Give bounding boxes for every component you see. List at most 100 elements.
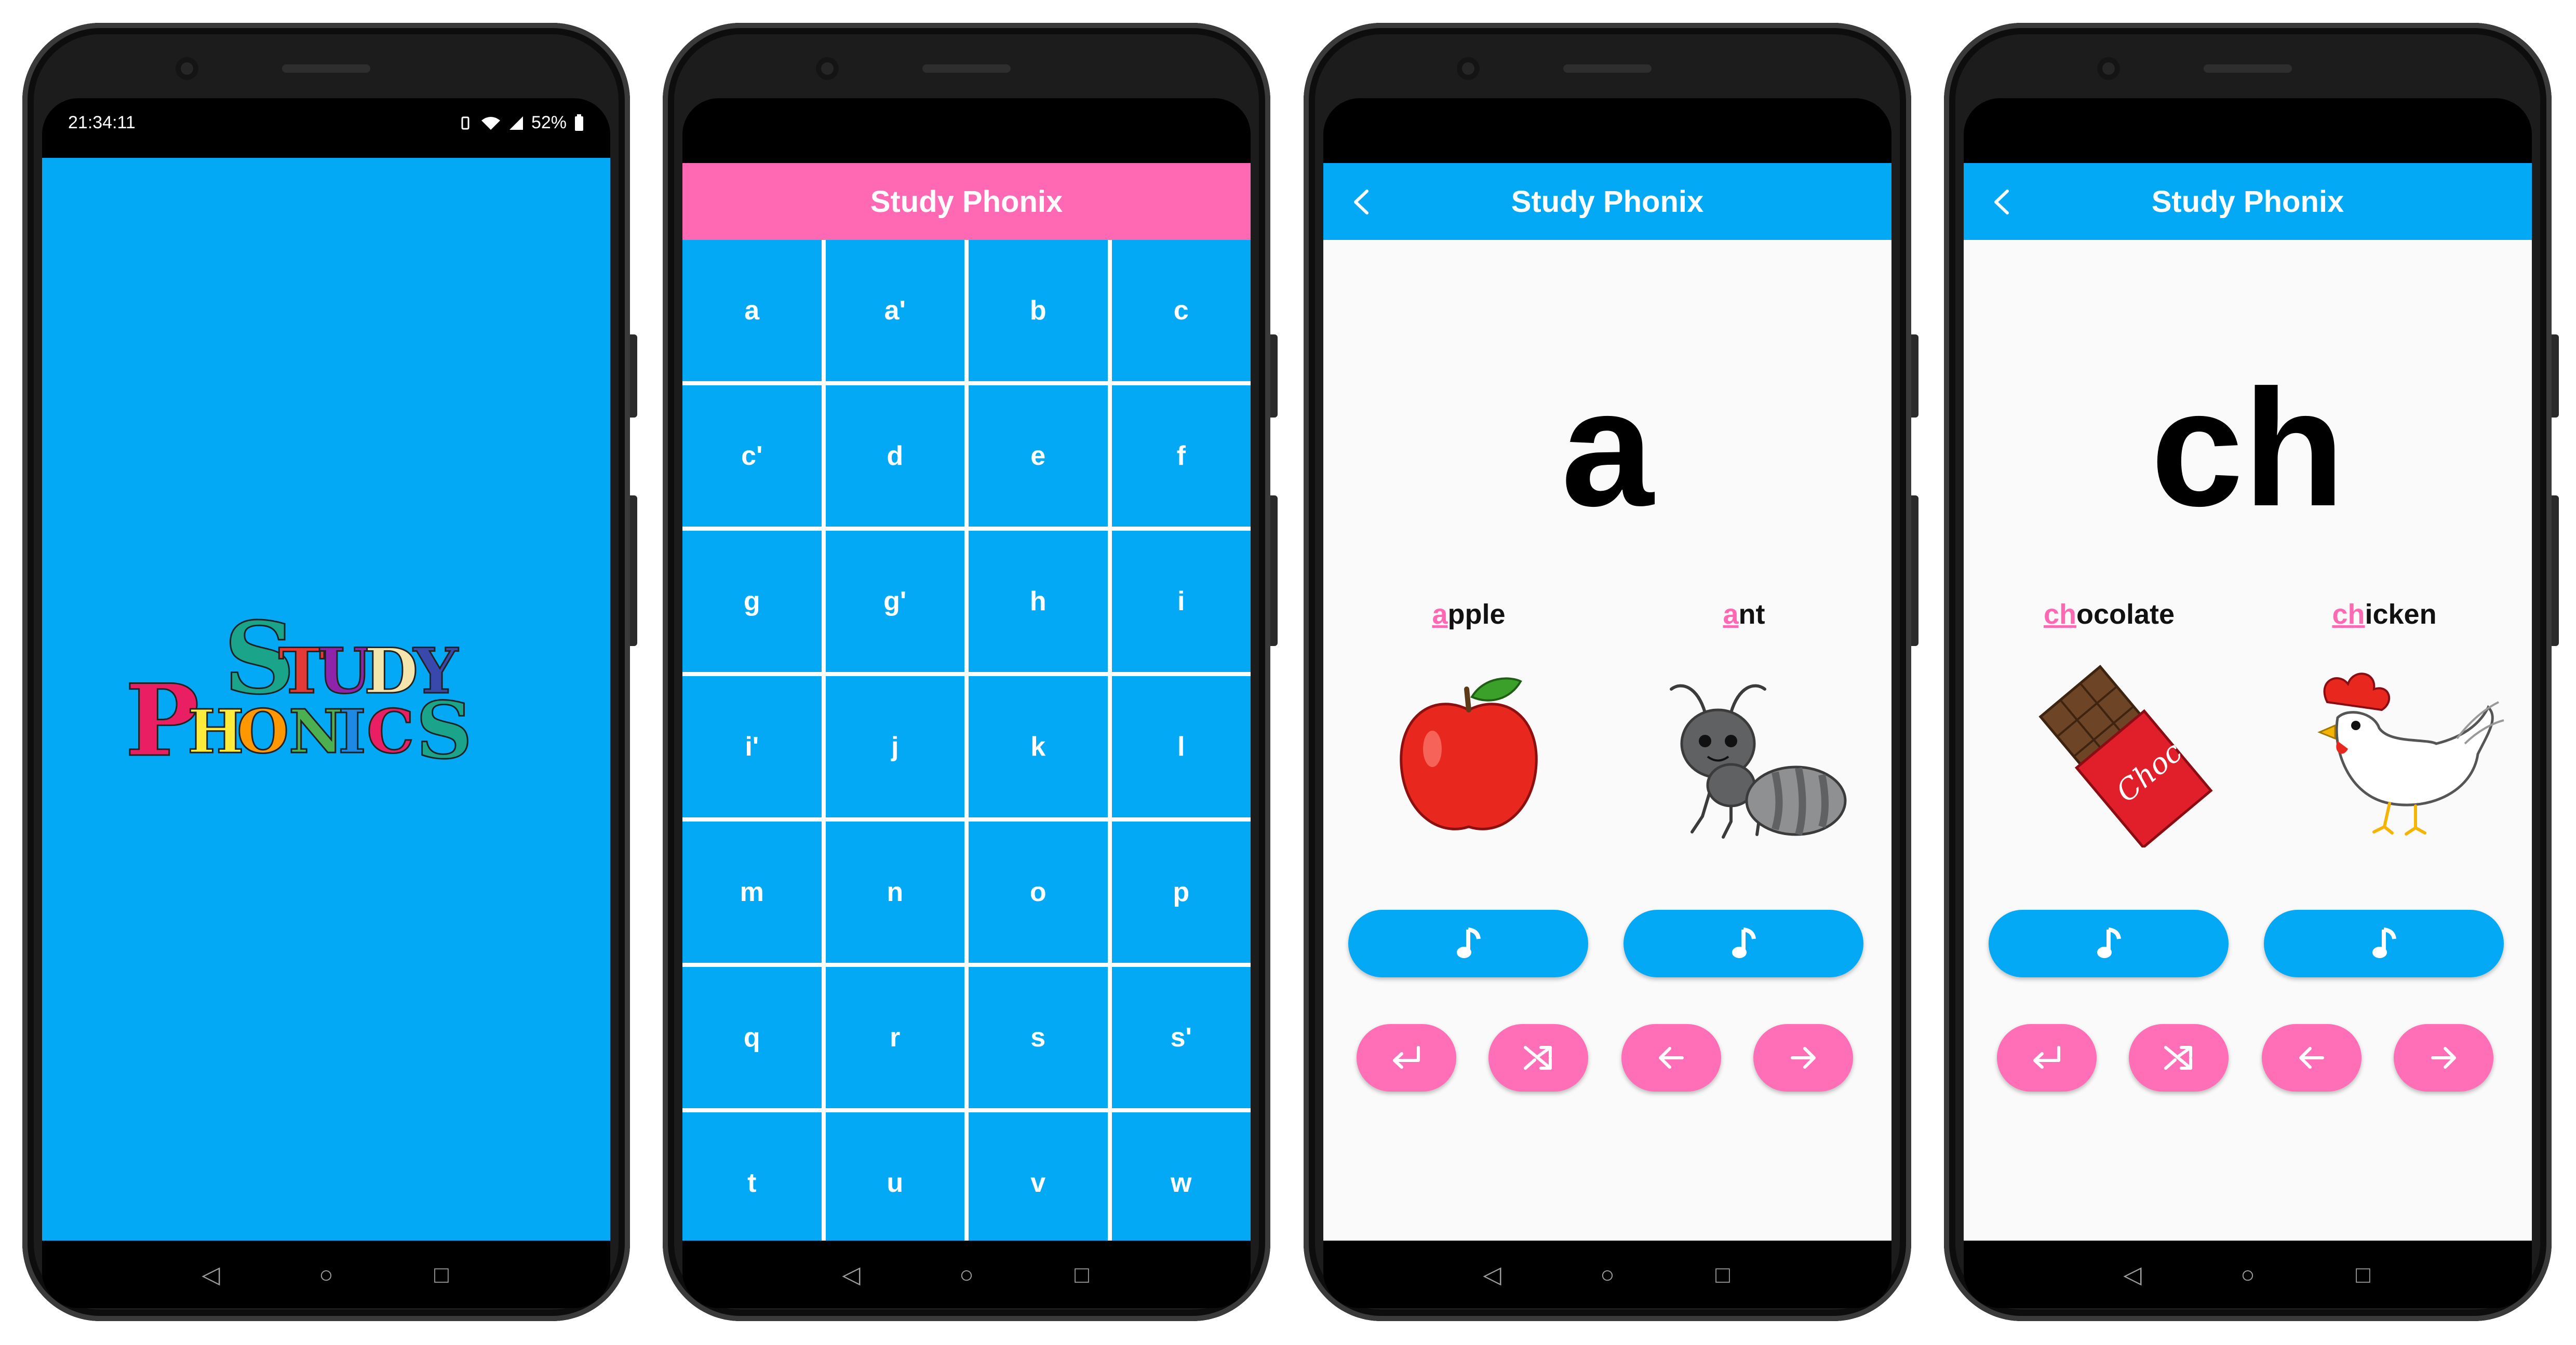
- letter-cell[interactable]: c': [682, 385, 822, 527]
- phone-detail-ch: Study Phonix ch chocolate chicken Choc ◁…: [1944, 23, 2559, 1321]
- previous-button[interactable]: [1621, 1024, 1721, 1092]
- letter-cell[interactable]: e: [969, 385, 1108, 527]
- return-button[interactable]: [1357, 1024, 1456, 1092]
- nav-home-icon[interactable]: ○: [1594, 1261, 1620, 1287]
- letter-cell[interactable]: l: [1111, 676, 1251, 817]
- example-word-right: chicken: [2260, 598, 2509, 630]
- screen: Study Phonix a apple ant ◁ ○ □: [1323, 98, 1891, 1308]
- return-button[interactable]: [1997, 1024, 2097, 1092]
- svg-text:C: C: [367, 697, 414, 765]
- nav-home-icon[interactable]: ○: [313, 1261, 339, 1287]
- volume-button: [630, 334, 637, 418]
- nav-back-icon[interactable]: ◁: [1479, 1261, 1505, 1287]
- letter-cell[interactable]: v: [969, 1112, 1108, 1241]
- letter-cell[interactable]: p: [1111, 822, 1251, 963]
- letter-cell[interactable]: i': [682, 676, 822, 817]
- svg-text:N: N: [289, 697, 343, 765]
- phonics-letter: a: [1561, 355, 1654, 541]
- nav-recent-icon[interactable]: □: [428, 1261, 454, 1287]
- front-camera: [816, 57, 839, 80]
- music-note-icon: [2372, 927, 2396, 958]
- play-sound-button[interactable]: [1348, 910, 1588, 977]
- letter-cell[interactable]: a: [682, 240, 822, 381]
- app-area: Study Phonix a a' b c c' d e f g g' h i …: [682, 163, 1251, 1241]
- app-area: Study Phonix ch chocolate chicken Choc: [1964, 163, 2532, 1241]
- app-title: Study Phonix: [1511, 184, 1704, 219]
- previous-button[interactable]: [2262, 1024, 2362, 1092]
- status-bar: 21:34:11 52%: [42, 98, 610, 145]
- next-button[interactable]: [1753, 1024, 1853, 1092]
- system-nav-bar: ◁ ○ □: [1964, 1241, 2532, 1308]
- music-note-icon: [2097, 927, 2121, 958]
- word-highlight: a: [1723, 599, 1739, 630]
- nav-recent-icon[interactable]: □: [2350, 1261, 2376, 1287]
- letter-cell[interactable]: m: [682, 822, 822, 963]
- power-button: [2552, 495, 2559, 646]
- app-area: Study Phonix a apple ant: [1323, 163, 1891, 1241]
- letter-cell[interactable]: q: [682, 967, 822, 1108]
- letter-cell[interactable]: n: [825, 822, 964, 963]
- chocolate-image: Choc: [2038, 665, 2213, 848]
- back-arrow-icon[interactable]: [1984, 184, 2021, 220]
- nav-back-icon[interactable]: ◁: [2119, 1261, 2145, 1287]
- screen: 21:34:11 52% S T U D Y P H O N I C S ◁ ○…: [42, 98, 610, 1308]
- word-rest: pple: [1447, 599, 1506, 630]
- letter-cell[interactable]: s': [1111, 967, 1251, 1108]
- front-camera: [1457, 57, 1480, 80]
- battery-percent: 52%: [531, 113, 567, 132]
- letter-cell[interactable]: t: [682, 1112, 822, 1241]
- letter-cell[interactable]: i: [1111, 531, 1251, 672]
- phonics-detail: a apple ant: [1323, 240, 1891, 1241]
- next-button[interactable]: [2394, 1024, 2493, 1092]
- return-icon: [2033, 1046, 2060, 1069]
- nav-recent-icon[interactable]: □: [1710, 1261, 1736, 1287]
- letter-grid: a a' b c c' d e f g g' h i i' j k l m n …: [682, 240, 1251, 1241]
- shuffle-button[interactable]: [1488, 1024, 1588, 1092]
- letter-cell[interactable]: k: [969, 676, 1108, 817]
- ant-image: [1670, 684, 1847, 839]
- return-icon: [1393, 1046, 1420, 1069]
- battery-icon: [575, 114, 583, 131]
- word-highlight: ch: [2043, 599, 2076, 630]
- music-note-icon: [1732, 927, 1756, 958]
- signal-icon: [509, 116, 523, 130]
- letter-cell[interactable]: g': [825, 531, 964, 672]
- word-rest: ocolate: [2076, 599, 2175, 630]
- letter-cell[interactable]: u: [825, 1112, 964, 1241]
- play-sound-button[interactable]: [1624, 910, 1863, 977]
- svg-text:I: I: [338, 697, 366, 765]
- power-button: [1270, 495, 1278, 646]
- splash-screen: S T U D Y P H O N I C S: [42, 158, 610, 1241]
- letter-cell[interactable]: f: [1111, 385, 1251, 527]
- svg-text:S: S: [416, 685, 472, 765]
- letter-cell[interactable]: a': [825, 240, 964, 381]
- letter-cell[interactable]: s: [969, 967, 1108, 1108]
- letter-cell[interactable]: b: [969, 240, 1108, 381]
- nav-back-icon[interactable]: ◁: [838, 1261, 864, 1287]
- screen: Study Phonix a a' b c c' d e f g g' h i …: [682, 98, 1251, 1308]
- back-arrow-icon[interactable]: [1344, 184, 1380, 220]
- nav-back-icon[interactable]: ◁: [198, 1261, 224, 1287]
- letter-cell[interactable]: o: [969, 822, 1108, 963]
- play-sound-button[interactable]: [2264, 910, 2504, 977]
- shuffle-button[interactable]: [2129, 1024, 2229, 1092]
- status-icons: 52%: [458, 113, 584, 133]
- letter-cell[interactable]: j: [825, 676, 964, 817]
- letter-cell[interactable]: h: [969, 531, 1108, 672]
- play-sound-button[interactable]: [1989, 910, 2229, 977]
- letter-cell[interactable]: c: [1111, 240, 1251, 381]
- letter-cell[interactable]: g: [682, 531, 822, 672]
- letter-cell[interactable]: w: [1111, 1112, 1251, 1241]
- letter-cell[interactable]: d: [825, 385, 964, 527]
- nav-home-icon[interactable]: ○: [2235, 1261, 2261, 1287]
- letter-cell[interactable]: r: [825, 967, 964, 1108]
- front-camera: [176, 57, 198, 80]
- app-bar: Study Phonix: [1323, 163, 1891, 240]
- study-phonics-logo: S T U D Y P H O N I C S: [125, 600, 473, 766]
- nav-home-icon[interactable]: ○: [954, 1261, 980, 1287]
- earpiece-speaker: [1563, 64, 1652, 73]
- vibrate-icon: [461, 116, 469, 129]
- phonics-detail: ch chocolate chicken Choc: [1964, 240, 2532, 1241]
- nav-recent-icon[interactable]: □: [1069, 1261, 1095, 1287]
- power-button: [630, 495, 637, 646]
